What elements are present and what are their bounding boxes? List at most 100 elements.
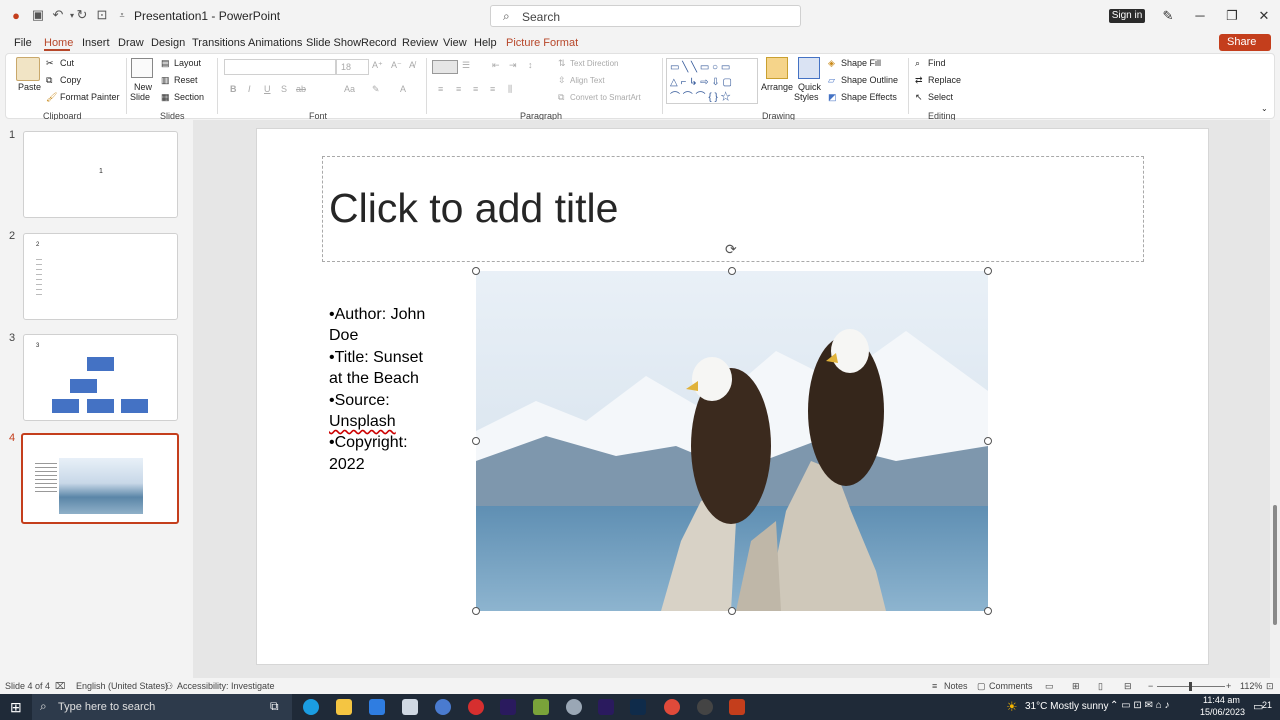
edge-icon[interactable] bbox=[303, 699, 319, 715]
resize-handle[interactable] bbox=[984, 607, 992, 615]
new-slide-label-1[interactable]: New bbox=[134, 82, 152, 92]
section-icon[interactable]: ▦ bbox=[161, 92, 170, 103]
notes-button[interactable]: Notes bbox=[944, 681, 968, 691]
resize-handle[interactable] bbox=[472, 267, 480, 275]
text-direction-icon[interactable]: ⇅ bbox=[558, 58, 566, 69]
weather-icon[interactable]: ☀ bbox=[1006, 699, 1018, 715]
align-text-button[interactable]: Align Text bbox=[570, 76, 605, 85]
line-spacing-icon[interactable]: ↕ bbox=[528, 60, 533, 70]
slide-thumbnail-3[interactable]: 3 bbox=[23, 334, 178, 421]
change-case-button[interactable]: Aa bbox=[344, 84, 355, 94]
bold-button[interactable]: B bbox=[230, 84, 237, 94]
fit-slide-icon[interactable]: ⊡ bbox=[1266, 681, 1274, 692]
powerpoint-taskbar-icon[interactable] bbox=[729, 699, 745, 715]
tab-animations[interactable]: Animations bbox=[248, 37, 302, 49]
clear-formatting-icon[interactable]: A̸ bbox=[409, 60, 415, 70]
text-direction-button[interactable]: Text Direction bbox=[570, 59, 618, 68]
store-icon[interactable] bbox=[369, 699, 385, 715]
after-effects-icon[interactable] bbox=[598, 699, 614, 715]
tab-slide-show[interactable]: Slide Show bbox=[306, 37, 361, 49]
customize-quick-access-icon[interactable]: ⩡ bbox=[114, 7, 130, 23]
slide-thumbnail-2[interactable]: 2 bbox=[23, 233, 178, 320]
zoom-out-icon[interactable]: − bbox=[1148, 681, 1153, 691]
shadow-button[interactable]: S bbox=[281, 84, 287, 94]
format-painter-button[interactable]: Format Painter bbox=[60, 92, 120, 102]
normal-view-icon[interactable]: ▭ bbox=[1045, 681, 1054, 692]
resize-handle[interactable] bbox=[728, 607, 736, 615]
title-placeholder-text[interactable]: Click to add title bbox=[329, 185, 618, 232]
arrange-icon[interactable] bbox=[766, 57, 788, 79]
share-button[interactable]: Share ▾ bbox=[1219, 34, 1271, 64]
slide-thumbnail-1[interactable]: 1 bbox=[23, 131, 178, 218]
layout-button[interactable]: Layout bbox=[174, 58, 201, 68]
highlight-icon[interactable]: ✎ bbox=[372, 84, 380, 95]
resize-handle[interactable] bbox=[984, 267, 992, 275]
shape-effects-button[interactable]: Shape Effects bbox=[841, 92, 897, 102]
minimize-button[interactable]: ─ bbox=[1190, 6, 1210, 26]
convert-to-smartart-button[interactable]: Convert to SmartArt bbox=[570, 93, 641, 102]
tab-file[interactable]: File bbox=[14, 37, 32, 49]
decrease-font-size-icon[interactable]: A⁻ bbox=[391, 60, 402, 71]
comments-button[interactable]: Comments bbox=[989, 681, 1033, 691]
copy-button[interactable]: Copy bbox=[60, 75, 81, 85]
shape-outline-icon[interactable]: ▱ bbox=[828, 75, 835, 86]
reset-icon[interactable]: ▥ bbox=[161, 75, 170, 86]
italic-button[interactable]: I bbox=[248, 84, 251, 94]
cut-button[interactable]: Cut bbox=[60, 58, 74, 68]
arrange-button[interactable]: Arrange bbox=[761, 82, 793, 92]
strikethrough-button[interactable]: ab bbox=[296, 84, 306, 94]
slide-thumbnail-4[interactable] bbox=[21, 433, 179, 524]
pen-icon[interactable]: ✎ bbox=[1158, 6, 1178, 26]
replace-button[interactable]: Replace bbox=[928, 75, 961, 85]
cut-icon[interactable]: ✂ bbox=[46, 58, 54, 69]
photoshop-icon[interactable] bbox=[630, 699, 646, 715]
clock-time[interactable]: 11:44 am bbox=[1203, 695, 1240, 705]
task-view-icon[interactable]: ⧉ bbox=[270, 699, 279, 714]
app-icon[interactable] bbox=[697, 699, 713, 715]
quick-styles-label-1[interactable]: Quick bbox=[798, 82, 821, 92]
reset-button[interactable]: Reset bbox=[174, 75, 198, 85]
align-left-icon[interactable]: ≡ bbox=[438, 84, 443, 94]
scrollbar-thumb[interactable] bbox=[1273, 505, 1277, 625]
shape-fill-button[interactable]: Shape Fill bbox=[841, 58, 881, 68]
tab-design[interactable]: Design bbox=[151, 37, 185, 49]
sign-in-button[interactable]: Sign in bbox=[1109, 9, 1145, 23]
resize-handle[interactable] bbox=[472, 607, 480, 615]
tab-review[interactable]: Review bbox=[402, 37, 438, 49]
zoom-in-icon[interactable]: + bbox=[1226, 681, 1231, 691]
select-button[interactable]: Select bbox=[928, 92, 953, 102]
new-slide-icon[interactable] bbox=[131, 58, 153, 78]
justify-icon[interactable]: ≡ bbox=[490, 84, 495, 94]
search-input[interactable]: ⌕ Search bbox=[490, 5, 801, 27]
shape-effects-icon[interactable]: ◩ bbox=[828, 92, 837, 103]
columns-icon[interactable]: ⫼ bbox=[508, 84, 512, 95]
save-icon[interactable]: ▣ bbox=[30, 7, 46, 23]
collapse-ribbon-icon[interactable]: ⌄ bbox=[1261, 104, 1268, 113]
notes-icon[interactable]: ≡ bbox=[932, 681, 937, 691]
paste-button[interactable]: Paste bbox=[18, 82, 41, 92]
app-icon[interactable] bbox=[566, 699, 582, 715]
smartart-icon[interactable]: ⧉ bbox=[558, 92, 564, 103]
select-icon[interactable]: ↖ bbox=[915, 92, 923, 103]
resize-handle[interactable] bbox=[984, 437, 992, 445]
tab-help[interactable]: Help bbox=[474, 37, 497, 49]
rotate-handle-icon[interactable]: ⟳ bbox=[725, 241, 737, 258]
zoom-level[interactable]: 112% bbox=[1240, 681, 1262, 691]
copy-icon[interactable]: ⧉ bbox=[46, 75, 52, 86]
bullets-icon[interactable] bbox=[432, 60, 458, 74]
premiere-icon[interactable] bbox=[500, 699, 516, 715]
eagle-picture[interactable] bbox=[476, 271, 988, 611]
start-from-beginning-icon[interactable]: ⊡ bbox=[94, 7, 110, 23]
new-slide-label-2[interactable]: Slide bbox=[130, 92, 150, 102]
slide-sorter-icon[interactable]: ⊞ bbox=[1072, 681, 1080, 692]
underline-button[interactable]: U bbox=[264, 84, 271, 94]
increase-indent-icon[interactable]: ⇥ bbox=[509, 60, 517, 71]
taskbar-search-input[interactable]: ⌕ Type here to search bbox=[32, 694, 292, 720]
shape-fill-icon[interactable]: ◈ bbox=[828, 58, 835, 69]
format-painter-icon[interactable]: 🖌 bbox=[46, 92, 57, 103]
close-button[interactable]: ✕ bbox=[1254, 6, 1274, 26]
clock-date[interactable]: 15/06/2023 bbox=[1200, 707, 1245, 717]
language-status[interactable]: English (United States) bbox=[76, 681, 168, 691]
app-icon[interactable] bbox=[435, 699, 451, 715]
resize-handle[interactable] bbox=[728, 267, 736, 275]
